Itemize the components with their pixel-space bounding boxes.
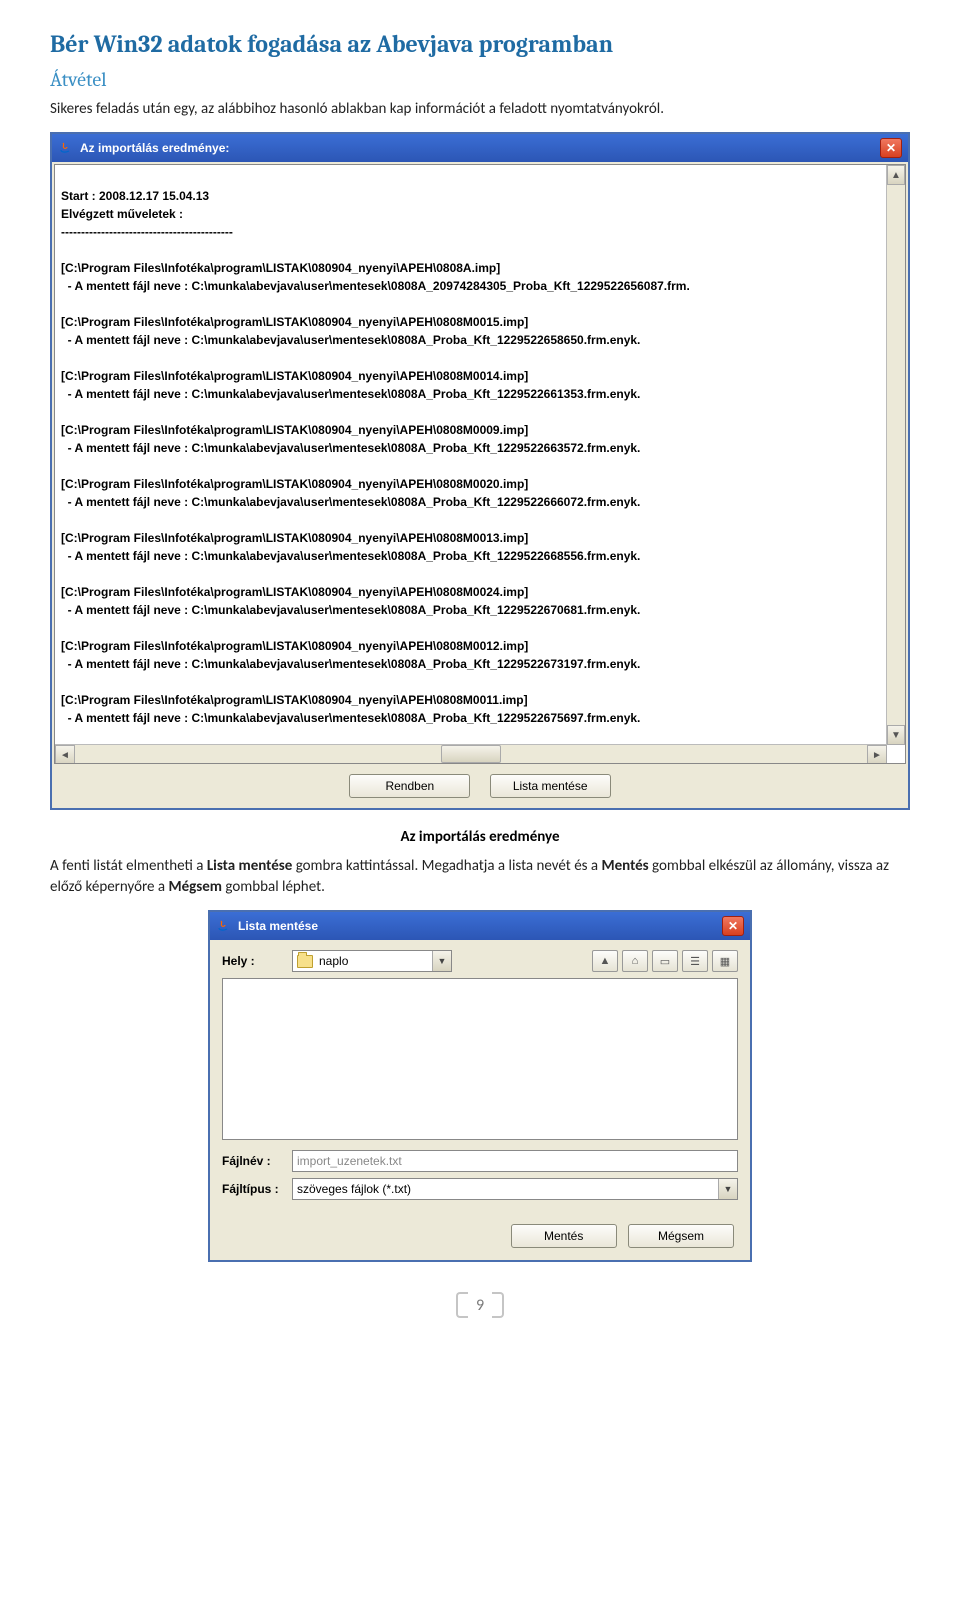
button-row: Mentés Mégsem	[210, 1216, 750, 1260]
titlebar[interactable]: Lista mentése ✕	[210, 912, 750, 940]
location-value: naplo	[319, 954, 348, 968]
home-icon: ⌂	[632, 955, 639, 967]
home-button[interactable]: ⌂	[622, 950, 648, 972]
para-text: gombbal léphet.	[222, 878, 325, 896]
details-view-icon: ▦	[720, 955, 730, 968]
page-number: 9	[50, 1292, 910, 1323]
log-content: Start : 2008.12.17 15.04.13 Elvégzett mű…	[61, 189, 690, 725]
filename-value: import_uzenetek.txt	[297, 1154, 402, 1168]
chevron-down-icon: ▼	[432, 951, 451, 971]
save-button[interactable]: Mentés	[511, 1224, 617, 1248]
save-dialog-window: Lista mentése ✕ Hely : naplo ▼ ▲ ⌂ ▭ ☰ ▦…	[208, 910, 752, 1262]
up-folder-icon: ▲	[600, 955, 611, 967]
log-textarea[interactable]: Start : 2008.12.17 15.04.13 Elvégzett mű…	[54, 164, 906, 764]
filename-field[interactable]: import_uzenetek.txt	[292, 1150, 738, 1172]
java-icon	[216, 918, 232, 934]
java-icon	[58, 140, 74, 156]
titlebar[interactable]: Az importálás eredménye: ✕	[52, 134, 908, 162]
filetype-label: Fájltípus :	[222, 1182, 292, 1196]
para-bold: Lista mentése	[207, 857, 292, 875]
scroll-right-button[interactable]: ►	[867, 745, 887, 764]
cancel-button[interactable]: Mégsem	[628, 1224, 734, 1248]
window-title: Lista mentése	[238, 919, 318, 933]
page-number-value: 9	[476, 1296, 484, 1315]
filename-row: Fájlnév : import_uzenetek.txt	[222, 1150, 738, 1172]
intro-paragraph: Sikeres feladás után egy, az alábbihoz h…	[50, 99, 910, 120]
button-row: Rendben Lista mentése	[52, 766, 908, 808]
chevron-down-icon: ▼	[718, 1179, 737, 1199]
up-folder-button[interactable]: ▲	[592, 950, 618, 972]
location-label: Hely :	[222, 954, 292, 968]
filename-label: Fájlnév :	[222, 1154, 292, 1168]
close-button[interactable]: ✕	[722, 916, 744, 936]
scroll-up-button[interactable]: ▲	[887, 165, 905, 185]
location-row: Hely : naplo ▼ ▲ ⌂ ▭ ☰ ▦	[222, 950, 738, 972]
horizontal-scrollbar[interactable]: ◄ ►	[55, 744, 887, 763]
filetype-combo[interactable]: szöveges fájlok (*.txt) ▼	[292, 1178, 738, 1200]
import-result-window: Az importálás eredménye: ✕ Start : 2008.…	[50, 132, 910, 810]
new-folder-icon: ▭	[660, 955, 670, 968]
file-toolbar: ▲ ⌂ ▭ ☰ ▦	[592, 950, 738, 972]
list-view-button[interactable]: ☰	[682, 950, 708, 972]
para-bold: Mentés	[602, 857, 649, 875]
filetype-row: Fájltípus : szöveges fájlok (*.txt) ▼	[222, 1178, 738, 1200]
file-list-area[interactable]	[222, 978, 738, 1140]
scroll-left-button[interactable]: ◄	[55, 745, 75, 764]
close-button[interactable]: ✕	[880, 138, 902, 158]
section-heading: Átvétel	[50, 68, 910, 91]
close-icon: ✕	[728, 919, 738, 933]
ok-button[interactable]: Rendben	[349, 774, 470, 798]
vertical-scrollbar[interactable]: ▲ ▼	[886, 165, 905, 745]
para-text: A fenti listát elmentheti a	[50, 857, 207, 875]
window-title: Az importálás eredménye:	[80, 141, 229, 155]
page-title: Bér Win32 adatok fogadása az Abevjava pr…	[50, 30, 910, 58]
figure-caption: Az importálás eredménye	[50, 828, 910, 846]
list-view-icon: ☰	[690, 955, 700, 968]
location-combo[interactable]: naplo ▼	[292, 950, 452, 972]
scroll-thumb[interactable]	[441, 745, 501, 763]
new-folder-button[interactable]: ▭	[652, 950, 678, 972]
scroll-down-button[interactable]: ▼	[887, 725, 905, 745]
close-icon: ✕	[886, 141, 896, 155]
details-view-button[interactable]: ▦	[712, 950, 738, 972]
folder-icon	[297, 955, 313, 968]
para-bold: Mégsem	[168, 878, 222, 896]
save-list-button[interactable]: Lista mentése	[490, 774, 611, 798]
filetype-value: szöveges fájlok (*.txt)	[297, 1182, 411, 1196]
body-paragraph: A fenti listát elmentheti a Lista mentés…	[50, 856, 910, 898]
para-text: gombra kattintással. Megadhatja a lista …	[292, 857, 601, 875]
